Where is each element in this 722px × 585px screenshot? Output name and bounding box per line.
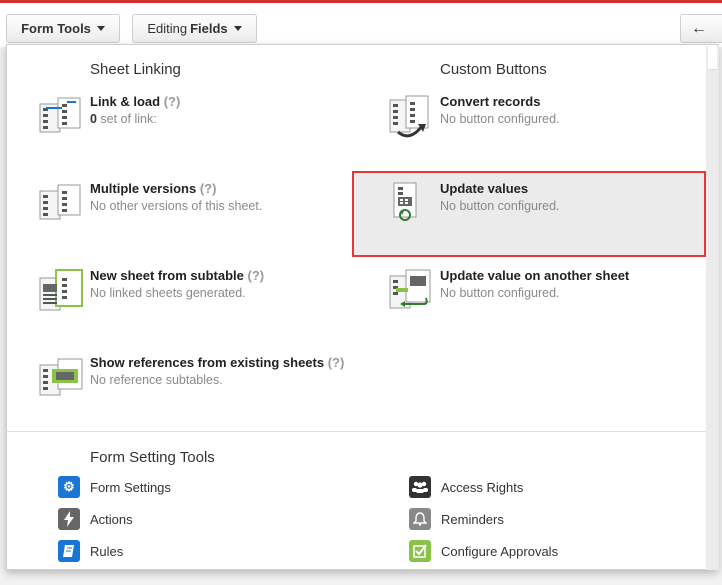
link-load-icon: [38, 94, 84, 140]
editing-fields-button[interactable]: Editing Fields: [132, 14, 257, 43]
editing-label: Editing: [147, 21, 188, 36]
sheet-linking-title: Sheet Linking: [90, 61, 181, 78]
tool-label: Form Settings: [90, 479, 171, 495]
form-tools-button[interactable]: Form Tools: [6, 14, 120, 43]
item-name: New sheet from subtable: [90, 268, 244, 283]
multiple-versions-icon: [38, 181, 84, 227]
link-count: 0: [90, 112, 97, 126]
configure-approvals-link[interactable]: Configure Approvals: [409, 540, 558, 562]
actions-link[interactable]: Actions: [58, 508, 133, 530]
book-icon: [58, 540, 80, 562]
item-desc: No reference subtables.: [90, 373, 223, 387]
caret-down-icon: [233, 26, 242, 31]
users-icon: [409, 476, 431, 498]
reminders-link[interactable]: Reminders: [409, 508, 504, 530]
rules-link[interactable]: Rules: [58, 540, 123, 562]
tool-label: Reminders: [441, 511, 504, 527]
help-icon[interactable]: (?): [200, 181, 217, 196]
help-icon[interactable]: (?): [248, 268, 265, 283]
item-desc: set of link:: [96, 112, 157, 126]
caret-down-icon: [96, 26, 105, 31]
item-desc: No button configured.: [440, 112, 560, 126]
form-setting-tools-title: Form Setting Tools: [90, 449, 215, 466]
fields-label: Fields: [190, 21, 228, 36]
custom-buttons-title: Custom Buttons: [440, 61, 547, 78]
panel-scrollbar[interactable]: [706, 46, 719, 570]
item-name: Show references from existing sheets: [90, 355, 325, 370]
scrollbar-thumb[interactable]: [708, 46, 717, 70]
item-name: Multiple versions: [90, 181, 197, 196]
convert-records-icon: [388, 94, 434, 140]
lightning-icon: [58, 508, 80, 530]
subtable-icon: [38, 268, 84, 314]
form-settings-link[interactable]: ⚙ Form Settings: [58, 476, 171, 498]
item-name: Link & load: [90, 94, 161, 109]
item-name: Convert records: [440, 94, 541, 109]
item-name: Update value on another sheet: [440, 268, 630, 283]
references-icon: [38, 355, 84, 401]
arrow-left-icon: ←: [691, 19, 707, 37]
update-another-sheet-icon: [388, 268, 434, 314]
tool-label: Rules: [90, 543, 124, 559]
tool-label: Actions: [90, 511, 133, 527]
back-button[interactable]: ←: [680, 14, 722, 43]
section-divider: [6, 431, 706, 432]
access-rights-link[interactable]: Access Rights: [409, 476, 523, 498]
item-name: Update values: [440, 181, 529, 196]
form-tools-label: Form Tools: [21, 21, 91, 36]
item-desc: No linked sheets generated.: [90, 286, 246, 300]
item-desc: No button configured.: [440, 199, 560, 213]
update-values-icon: [388, 181, 434, 227]
bell-icon: [409, 508, 431, 530]
tool-label: Configure Approvals: [441, 543, 559, 559]
item-desc: No button configured.: [440, 286, 560, 300]
gears-icon: ⚙: [58, 476, 80, 498]
item-desc: No other versions of this sheet.: [90, 199, 263, 213]
help-icon[interactable]: (?): [164, 94, 181, 109]
tool-label: Access Rights: [441, 479, 524, 495]
checkbox-icon: [409, 540, 431, 562]
help-icon[interactable]: (?): [328, 355, 345, 370]
